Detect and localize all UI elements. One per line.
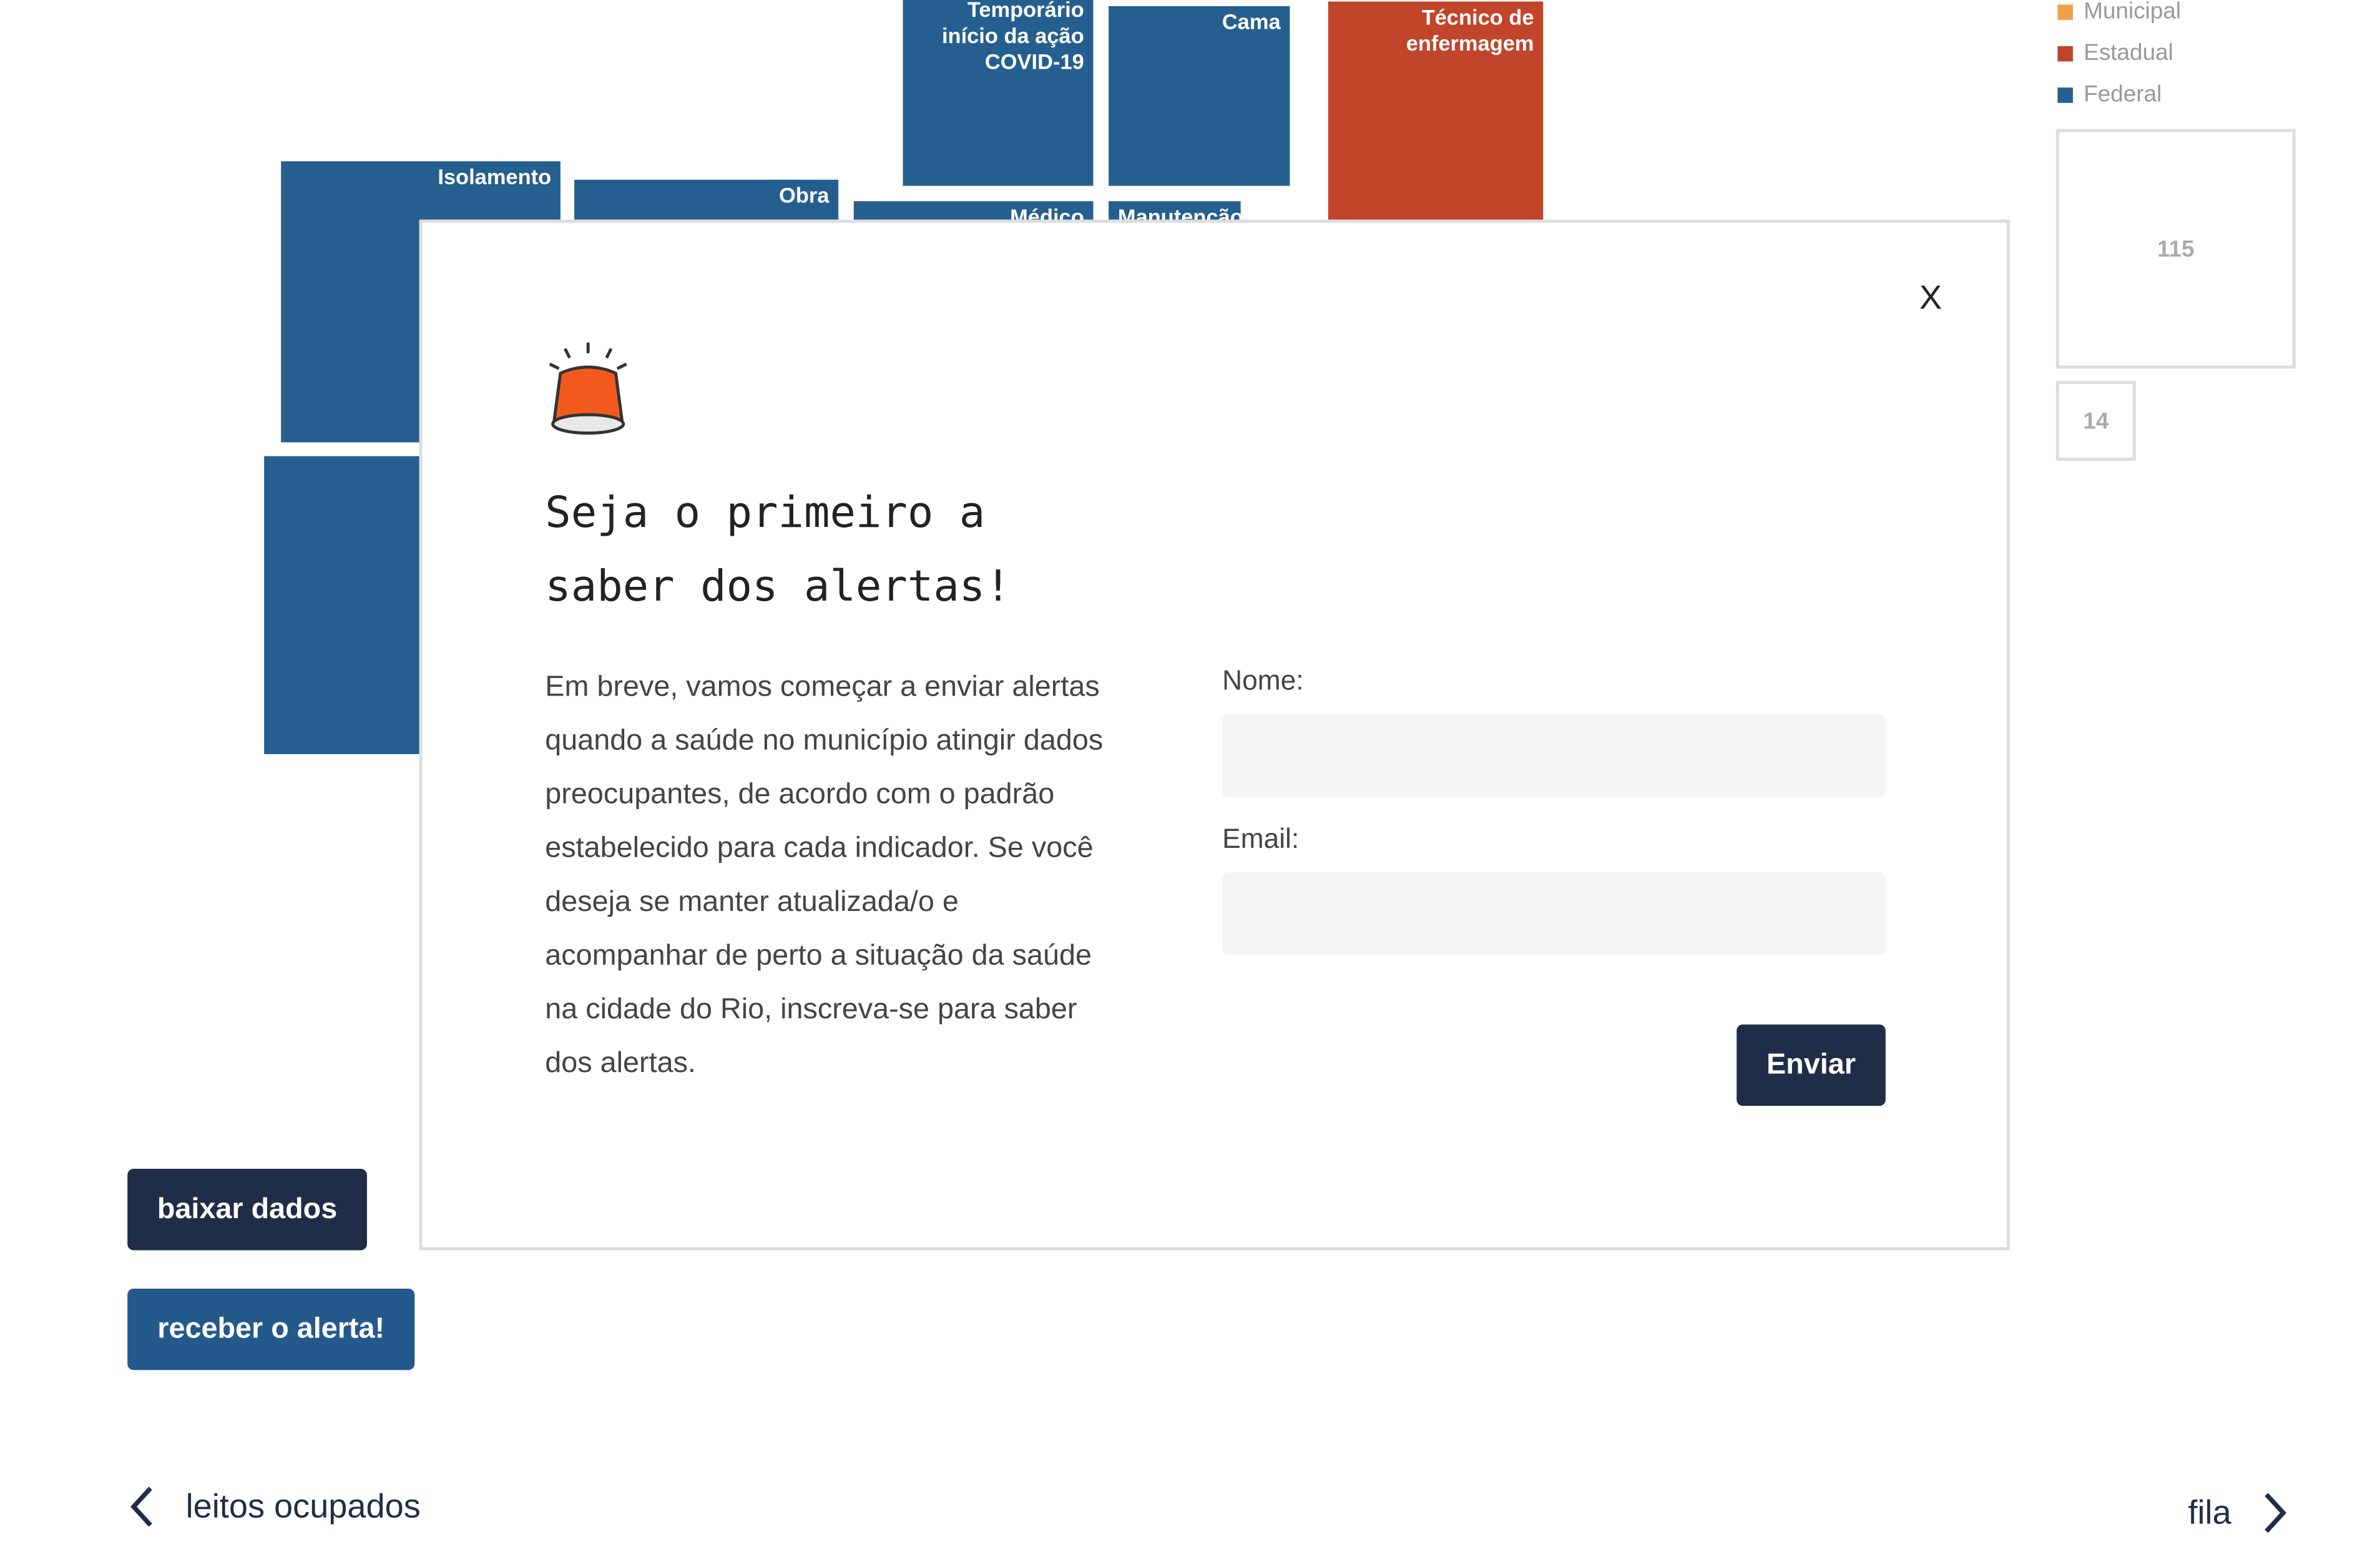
download-data-button[interactable]: baixar dados — [127, 1169, 367, 1251]
name-field[interactable] — [1222, 714, 1886, 797]
treemap-tile-label: Técnico de enfermagem — [1406, 4, 1534, 56]
close-label: X — [1919, 278, 1942, 317]
nav-next-label: fila — [2188, 1493, 2231, 1532]
modal-description: Em breve, vamos começar a enviar alertas… — [545, 671, 1104, 1080]
legend-label: Federal — [2084, 81, 2162, 108]
treemap-tile-label: Temporário início da ação COVID-19 — [941, 0, 1084, 74]
nav-next-link[interactable]: fila — [2188, 1490, 2290, 1536]
chevron-left-icon — [130, 1487, 152, 1527]
treemap-tile-label: Cama — [1222, 9, 1281, 34]
legend-label: Municipal — [2084, 0, 2182, 25]
legend-label: Estadual — [2084, 39, 2173, 66]
legend-size-large: 115 — [2055, 129, 2296, 369]
submit-button[interactable]: Enviar — [1736, 1024, 1886, 1106]
legend: Municipal Estadual Federal — [2057, 0, 2181, 115]
nav-prev-link[interactable]: leitos ocupados — [127, 1483, 421, 1530]
legend-item-municipal: Municipal — [2057, 0, 2181, 32]
alert-signup-modal: X Seja o primeiro a saber dos alertas! E… — [419, 219, 2010, 1251]
legend-swatch — [2057, 86, 2073, 102]
name-label: Nome: — [1222, 665, 1304, 696]
receive-alert-button[interactable]: receber o alerta! — [127, 1288, 415, 1370]
email-label: Email: — [1222, 823, 1300, 854]
treemap-tile-temporario[interactable]: Temporário início da ação COVID-19 — [903, 0, 1094, 186]
email-field[interactable] — [1222, 872, 1886, 956]
treemap-tile-unlabeled[interactable] — [264, 456, 433, 754]
legend-swatch — [2057, 4, 2073, 19]
legend-size-small: 14 — [2055, 381, 2136, 461]
download-data-label: baixar dados — [157, 1193, 338, 1225]
chevron-right-icon — [2265, 1493, 2287, 1533]
page: Temporário início da ação COVID-19 Cama … — [0, 0, 2380, 1559]
receive-alert-label: receber o alerta! — [157, 1312, 385, 1345]
legend-item-federal: Federal — [2057, 74, 2181, 115]
treemap-tile-label: Isolamento — [438, 164, 552, 189]
legend-swatch — [2057, 45, 2073, 61]
treemap-tile-label: Obra — [778, 182, 830, 208]
treemap-tile-tecnico-enfermagem[interactable]: Técnico de enfermagem — [1328, 1, 1544, 225]
siren-icon — [549, 342, 627, 435]
close-icon[interactable]: X — [1919, 278, 1942, 318]
modal-title: Seja o primeiro a saber dos alertas! — [545, 486, 1011, 612]
legend-size-small-value: 14 — [2083, 408, 2109, 434]
legend-item-estadual: Estadual — [2057, 32, 2181, 74]
submit-label: Enviar — [1766, 1048, 1856, 1081]
treemap-tile-cama[interactable]: Cama — [1109, 6, 1290, 186]
nav-prev-label: leitos ocupados — [185, 1487, 421, 1525]
legend-size-large-value: 115 — [2157, 235, 2195, 262]
